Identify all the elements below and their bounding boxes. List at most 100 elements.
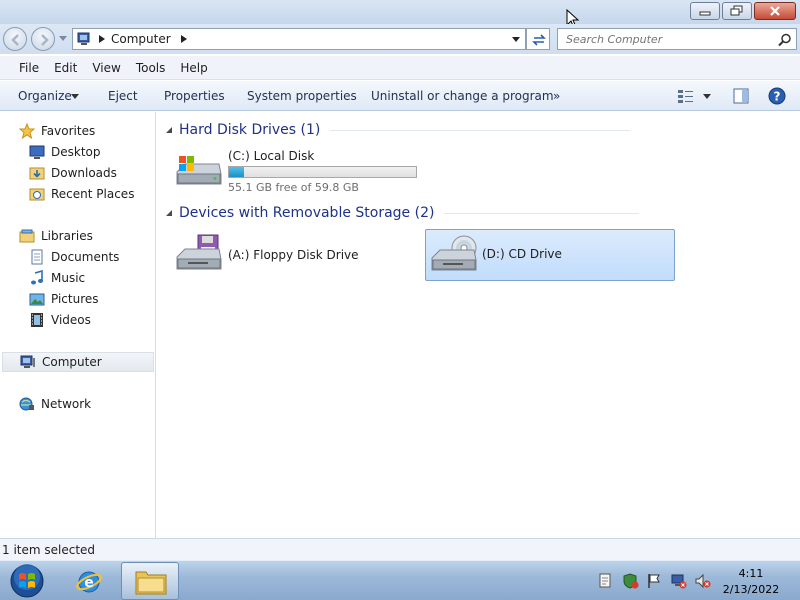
refresh-icon bbox=[532, 34, 546, 46]
nav-desktop[interactable]: Desktop bbox=[29, 142, 101, 162]
address-row: Computer bbox=[0, 24, 800, 54]
drive-c-tile[interactable]: (C:) Local Disk 55.1 GB free of 59.8 GB bbox=[171, 145, 421, 195]
local-disk-windows-icon bbox=[176, 156, 222, 185]
address-bar[interactable]: Computer bbox=[72, 28, 526, 50]
drive-a-name: (A:) Floppy Disk Drive bbox=[228, 248, 359, 262]
content-pane: Hard Disk Drives (1) (C:) Local Disk 55.… bbox=[157, 112, 800, 538]
nav-computer[interactable]: Computer bbox=[2, 352, 154, 372]
clock-date: 2/13/2022 bbox=[722, 583, 780, 596]
search-icon[interactable] bbox=[778, 33, 792, 47]
group-header-hard-disks[interactable]: Hard Disk Drives (1) bbox=[165, 122, 785, 138]
preview-pane-icon[interactable] bbox=[733, 88, 749, 104]
nav-favorites-label: Favorites bbox=[41, 124, 96, 138]
recent-pages-chevron-icon[interactable] bbox=[59, 36, 67, 42]
taskbar-windows-explorer[interactable] bbox=[121, 562, 179, 600]
group-divider bbox=[330, 129, 631, 131]
search-box[interactable] bbox=[557, 28, 797, 50]
forward-button[interactable] bbox=[31, 27, 55, 51]
drive-c-usage-fill bbox=[229, 167, 244, 177]
restore-button[interactable] bbox=[722, 2, 752, 20]
collapse-triangle-icon[interactable] bbox=[165, 209, 173, 217]
clock-time: 4:11 bbox=[738, 567, 764, 580]
system-properties-button[interactable]: System properties bbox=[247, 89, 357, 103]
network-icon bbox=[19, 397, 34, 411]
back-arrow-icon bbox=[11, 34, 19, 46]
group-header-removable[interactable]: Devices with Removable Storage (2) bbox=[165, 205, 785, 221]
change-view-icon[interactable] bbox=[677, 88, 695, 104]
caption-buttons bbox=[690, 2, 796, 20]
drive-c-name: (C:) Local Disk bbox=[228, 149, 315, 163]
menu-view[interactable]: View bbox=[92, 61, 120, 75]
videos-icon bbox=[31, 313, 43, 327]
group-header-label: Devices with Removable Storage (2) bbox=[179, 205, 435, 221]
organize-dropdown-icon[interactable] bbox=[71, 94, 79, 100]
breadcrumb-chevron-icon[interactable] bbox=[180, 35, 187, 43]
volume-muted-icon[interactable] bbox=[694, 573, 712, 589]
back-button[interactable] bbox=[3, 27, 27, 51]
menu-edit[interactable]: Edit bbox=[54, 61, 77, 75]
nav-network-label: Network bbox=[41, 397, 92, 411]
menu-help[interactable]: Help bbox=[180, 61, 207, 75]
music-note-icon bbox=[31, 270, 43, 285]
breadcrumb-chevron-icon[interactable] bbox=[99, 35, 105, 43]
help-icon[interactable]: ? bbox=[768, 87, 786, 105]
libraries-icon bbox=[19, 229, 35, 243]
status-bar: 1 item selected bbox=[0, 538, 800, 560]
minimize-icon bbox=[699, 11, 711, 16]
organize-button[interactable]: Organize bbox=[18, 89, 72, 103]
computer-icon bbox=[20, 355, 35, 368]
eject-button[interactable]: Eject bbox=[108, 89, 138, 103]
nav-network[interactable]: Network bbox=[19, 394, 91, 414]
nav-music[interactable]: Music bbox=[29, 268, 85, 288]
close-icon bbox=[770, 6, 780, 16]
nav-favorites[interactable]: Favorites bbox=[19, 121, 95, 141]
address-dropdown-icon[interactable] bbox=[511, 33, 521, 45]
title-bar bbox=[0, 0, 800, 29]
properties-button[interactable]: Properties bbox=[164, 89, 225, 103]
navigation-pane: Favorites Desktop Downloads Recent Place… bbox=[0, 112, 156, 538]
star-icon bbox=[19, 123, 35, 139]
refresh-button[interactable] bbox=[526, 28, 550, 50]
start-button-icon[interactable] bbox=[8, 563, 46, 599]
nav-videos[interactable]: Videos bbox=[29, 310, 91, 330]
nav-downloads-label: Downloads bbox=[51, 166, 117, 180]
clock[interactable]: 4:11 2/13/2022 bbox=[718, 566, 784, 598]
restore-icon bbox=[730, 5, 743, 16]
nav-computer-label: Computer bbox=[42, 355, 102, 369]
minimize-button[interactable] bbox=[690, 2, 720, 20]
taskbar: e 4:11 2/13/2022 bbox=[0, 560, 800, 600]
nav-libraries[interactable]: Libraries bbox=[19, 226, 93, 246]
cd-drive-icon bbox=[431, 235, 477, 271]
folder-icon bbox=[135, 571, 167, 595]
nav-pictures-label: Pictures bbox=[51, 292, 99, 306]
breadcrumb-computer[interactable]: Computer bbox=[111, 32, 171, 46]
menu-bar: File Edit View Tools Help bbox=[0, 56, 800, 80]
menu-tools[interactable]: Tools bbox=[136, 61, 166, 75]
drive-d-tile[interactable]: (D:) CD Drive bbox=[425, 229, 675, 281]
nav-pictures[interactable]: Pictures bbox=[29, 289, 99, 309]
nav-documents[interactable]: Documents bbox=[29, 247, 119, 267]
more-commands-button[interactable]: » bbox=[553, 89, 560, 103]
security-shield-icon[interactable] bbox=[622, 573, 640, 589]
uninstall-button[interactable]: Uninstall or change a program bbox=[371, 89, 554, 103]
forward-arrow-icon bbox=[41, 34, 49, 46]
drive-c-usage-bar bbox=[228, 166, 417, 178]
close-button[interactable] bbox=[754, 2, 796, 20]
flag-icon[interactable] bbox=[646, 573, 662, 589]
taskbar-internet-explorer[interactable]: e bbox=[60, 562, 118, 600]
floppy-drive-icon bbox=[176, 234, 222, 270]
network-disconnected-icon[interactable] bbox=[670, 573, 688, 589]
downloads-folder-icon bbox=[29, 167, 45, 180]
search-input[interactable] bbox=[566, 32, 771, 46]
action-center-doc-icon[interactable] bbox=[598, 573, 612, 589]
menu-file[interactable]: File bbox=[19, 61, 39, 75]
nav-music-label: Music bbox=[51, 271, 86, 285]
recent-places-icon bbox=[29, 188, 45, 201]
collapse-triangle-icon[interactable] bbox=[165, 126, 173, 134]
nav-recent-places[interactable]: Recent Places bbox=[29, 184, 134, 204]
drive-a-tile[interactable]: (A:) Floppy Disk Drive bbox=[171, 230, 421, 280]
drive-c-free-space: 55.1 GB free of 59.8 GB bbox=[228, 181, 359, 194]
command-bar: Organize Eject Properties System propert… bbox=[0, 81, 800, 111]
nav-downloads[interactable]: Downloads bbox=[29, 163, 117, 183]
view-dropdown-icon[interactable] bbox=[703, 94, 711, 100]
